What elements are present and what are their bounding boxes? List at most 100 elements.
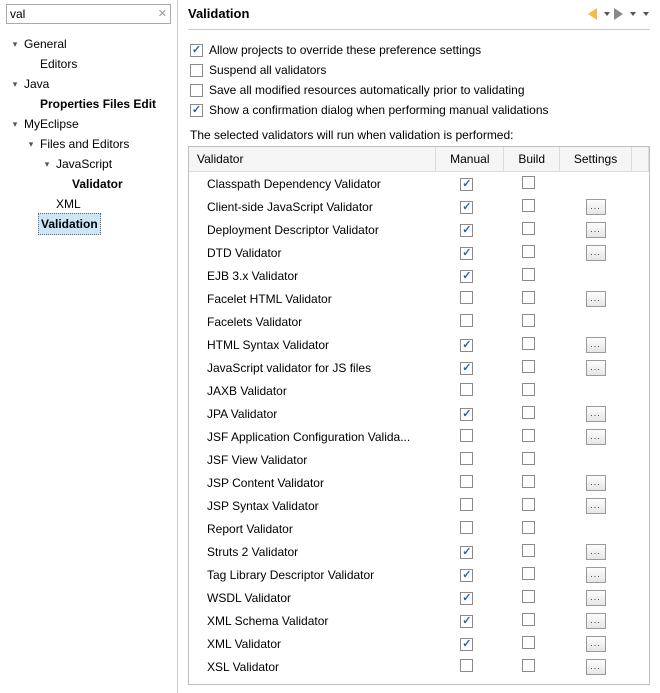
settings-button[interactable]: ... [586, 360, 606, 376]
settings-button[interactable]: ... [586, 337, 606, 353]
table-row[interactable]: Report Validator [189, 517, 649, 540]
manual-checkbox[interactable] [460, 569, 473, 582]
build-checkbox[interactable] [522, 291, 535, 304]
build-checkbox[interactable] [522, 406, 535, 419]
build-checkbox[interactable] [522, 245, 535, 258]
table-row[interactable]: Client-side JavaScript Validator... [189, 195, 649, 218]
settings-button[interactable]: ... [586, 222, 606, 238]
table-row[interactable]: JPA Validator... [189, 402, 649, 425]
table-row[interactable]: JSP Syntax Validator... [189, 494, 649, 517]
col-manual[interactable]: Manual [436, 147, 504, 172]
settings-button[interactable]: ... [586, 613, 606, 629]
build-checkbox[interactable] [522, 636, 535, 649]
table-row[interactable]: JavaScript validator for JS files... [189, 356, 649, 379]
build-checkbox[interactable] [522, 314, 535, 327]
tree-item[interactable]: Properties Files Edit [0, 94, 177, 114]
build-checkbox[interactable] [522, 360, 535, 373]
build-checkbox[interactable] [522, 337, 535, 350]
search-input[interactable] [6, 4, 171, 24]
settings-button[interactable]: ... [586, 544, 606, 560]
table-row[interactable]: XML Validator... [189, 632, 649, 655]
settings-button[interactable]: ... [586, 475, 606, 491]
tree-item[interactable]: ▾Java [0, 74, 177, 94]
manual-checkbox[interactable] [460, 521, 473, 534]
manual-checkbox[interactable] [460, 314, 473, 327]
manual-checkbox[interactable] [460, 270, 473, 283]
forward-button[interactable] [613, 7, 624, 21]
manual-checkbox[interactable] [460, 224, 473, 237]
manual-checkbox[interactable] [460, 201, 473, 214]
table-row[interactable]: Struts 2 Validator... [189, 540, 649, 563]
settings-button[interactable]: ... [586, 245, 606, 261]
tree-item[interactable]: ▾JavaScript [0, 154, 177, 174]
build-checkbox[interactable] [522, 659, 535, 672]
option-checkbox[interactable] [190, 84, 203, 97]
table-row[interactable]: Deployment Descriptor Validator... [189, 218, 649, 241]
table-row[interactable]: HTML Syntax Validator... [189, 333, 649, 356]
build-checkbox[interactable] [522, 222, 535, 235]
manual-checkbox[interactable] [460, 178, 473, 191]
table-row[interactable]: JSF Application Configuration Valida....… [189, 425, 649, 448]
table-row[interactable]: Facelet HTML Validator... [189, 287, 649, 310]
table-row[interactable]: JSF View Validator [189, 448, 649, 471]
manual-checkbox[interactable] [460, 383, 473, 396]
option-row[interactable]: Allow projects to override these prefere… [190, 40, 650, 60]
manual-checkbox[interactable] [460, 247, 473, 260]
build-checkbox[interactable] [522, 199, 535, 212]
build-checkbox[interactable] [522, 429, 535, 442]
build-checkbox[interactable] [522, 613, 535, 626]
table-row[interactable]: Tag Library Descriptor Validator... [189, 563, 649, 586]
table-row[interactable]: WSDL Validator... [189, 586, 649, 609]
manual-checkbox[interactable] [460, 362, 473, 375]
col-build[interactable]: Build [504, 147, 560, 172]
manual-checkbox[interactable] [460, 592, 473, 605]
settings-button[interactable]: ... [586, 498, 606, 514]
manual-checkbox[interactable] [460, 408, 473, 421]
table-row[interactable]: JSP Content Validator... [189, 471, 649, 494]
build-checkbox[interactable] [522, 452, 535, 465]
build-checkbox[interactable] [522, 521, 535, 534]
manual-checkbox[interactable] [460, 452, 473, 465]
manual-checkbox[interactable] [460, 339, 473, 352]
manual-checkbox[interactable] [460, 546, 473, 559]
option-checkbox[interactable] [190, 104, 203, 117]
build-checkbox[interactable] [522, 498, 535, 511]
build-checkbox[interactable] [522, 567, 535, 580]
manual-checkbox[interactable] [460, 615, 473, 628]
table-row[interactable]: XML Schema Validator... [189, 609, 649, 632]
option-checkbox[interactable] [190, 44, 203, 57]
table-row[interactable]: Facelets Validator [189, 310, 649, 333]
table-row[interactable]: XSL Validator... [189, 655, 649, 678]
settings-button[interactable]: ... [586, 567, 606, 583]
manual-checkbox[interactable] [460, 638, 473, 651]
option-row[interactable]: Suspend all validators [190, 60, 650, 80]
build-checkbox[interactable] [522, 383, 535, 396]
manual-checkbox[interactable] [460, 291, 473, 304]
option-checkbox[interactable] [190, 64, 203, 77]
manual-checkbox[interactable] [460, 475, 473, 488]
tree-item[interactable]: ▾Files and Editors [0, 134, 177, 154]
tree-item[interactable]: Validation [0, 214, 177, 234]
build-checkbox[interactable] [522, 475, 535, 488]
tree-item[interactable]: ▾MyEclipse [0, 114, 177, 134]
forward-menu[interactable] [626, 11, 637, 17]
table-row[interactable]: EJB 3.x Validator [189, 264, 649, 287]
tree-item[interactable]: Editors [0, 54, 177, 74]
settings-button[interactable]: ... [586, 406, 606, 422]
settings-button[interactable]: ... [586, 291, 606, 307]
manual-checkbox[interactable] [460, 659, 473, 672]
manual-checkbox[interactable] [460, 429, 473, 442]
back-menu[interactable] [600, 11, 611, 17]
option-row[interactable]: Show a confirmation dialog when performi… [190, 100, 650, 120]
tree-item[interactable]: ▾General [0, 34, 177, 54]
settings-button[interactable]: ... [586, 199, 606, 215]
clear-icon[interactable]: ✕ [158, 7, 167, 20]
table-row[interactable]: Classpath Dependency Validator [189, 172, 649, 196]
build-checkbox[interactable] [522, 590, 535, 603]
settings-button[interactable]: ... [586, 636, 606, 652]
option-row[interactable]: Save all modified resources automaticall… [190, 80, 650, 100]
settings-button[interactable]: ... [586, 659, 606, 675]
table-row[interactable]: JAXB Validator [189, 379, 649, 402]
build-checkbox[interactable] [522, 268, 535, 281]
table-row[interactable]: DTD Validator... [189, 241, 649, 264]
